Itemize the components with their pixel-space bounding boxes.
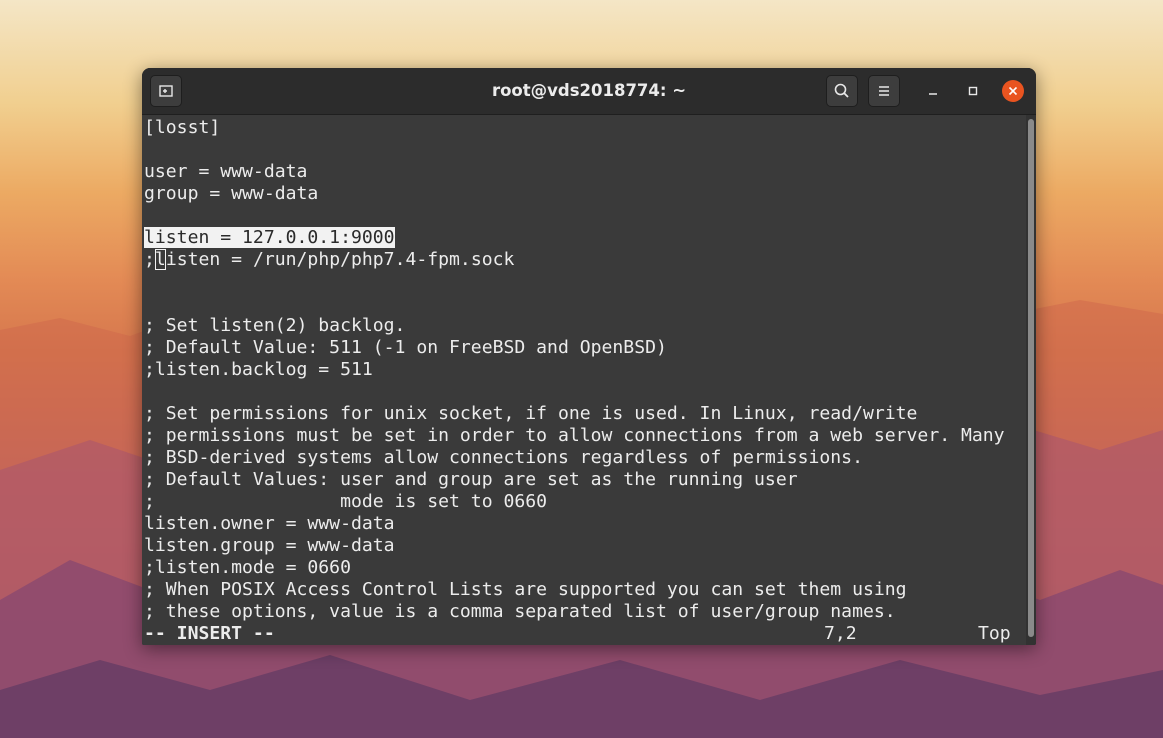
close-icon	[1008, 86, 1018, 96]
window-title: root@vds2018774: ~	[491, 81, 687, 100]
terminal-content[interactable]: [losst] user = www-data group = www-data…	[142, 115, 1026, 645]
text-line: ; Set listen(2) backlog.	[144, 315, 406, 336]
text-line: ; these options, value is a comma separa…	[144, 601, 896, 622]
highlighted-line: listen = 127.0.0.1:9000	[144, 227, 395, 249]
text-line: group = www-data	[144, 183, 319, 204]
vim-mode-indicator: -- INSERT --	[144, 623, 275, 644]
text-line: ; Default Value: 511 (-1 on FreeBSD and …	[144, 337, 667, 358]
text-line: listen.group = www-data	[144, 535, 395, 556]
line-prefix: ;	[144, 249, 155, 270]
maximize-icon	[968, 86, 978, 96]
minimize-icon	[929, 93, 937, 95]
scrollbar[interactable]	[1026, 115, 1036, 645]
text-line: listen.owner = www-data	[144, 513, 395, 534]
text-line: ; Default Values: user and group are set…	[144, 469, 798, 490]
text-line: ;listen.mode = 0660	[144, 557, 351, 578]
text-cursor: l	[154, 249, 166, 270]
hamburger-menu-icon	[879, 86, 889, 96]
terminal-window[interactable]: root@vds2018774: ~ [losst] user = www-da…	[142, 68, 1036, 645]
search-icon	[834, 83, 849, 98]
text-line: ; permissions must be set in order to al…	[144, 425, 1005, 446]
text-line: user = www-data	[144, 161, 308, 182]
scrollbar-thumb[interactable]	[1028, 119, 1034, 637]
maximize-button[interactable]	[962, 80, 984, 102]
text-line: ; BSD-derived systems allow connections …	[144, 447, 863, 468]
minimize-button[interactable]	[922, 80, 944, 102]
text-line: ; Set permissions for unix socket, if on…	[144, 403, 918, 424]
text-line: ; When POSIX Access Control Lists are su…	[144, 579, 907, 600]
text-line: [losst]	[144, 117, 221, 138]
selection-highlight: listen = 127.0.0.1:9000	[144, 227, 395, 248]
search-button[interactable]	[826, 75, 858, 107]
new-tab-icon	[159, 85, 173, 97]
close-button[interactable]	[1002, 80, 1024, 102]
cursor-line: ;listen = /run/php/php7.4-fpm.sock	[144, 249, 514, 271]
menu-button[interactable]	[868, 75, 900, 107]
new-tab-button[interactable]	[150, 75, 182, 107]
cursor-position: 7,2	[824, 623, 857, 644]
text-line: ;listen.backlog = 511	[144, 359, 373, 380]
line-rest: isten = /run/php/php7.4-fpm.sock	[165, 249, 515, 270]
text-line: ; mode is set to 0660	[144, 491, 548, 512]
scroll-position: Top	[978, 623, 1011, 644]
header-bar: root@vds2018774: ~	[142, 68, 1036, 115]
